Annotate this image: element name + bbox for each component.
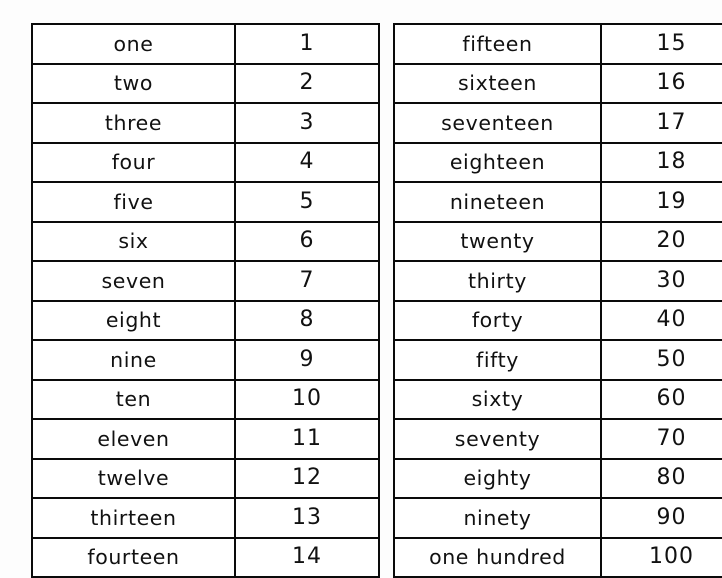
table-row: twenty 20 (393, 220, 722, 262)
number-word-cell: one (31, 23, 236, 65)
numeral-cell: 13 (234, 497, 380, 539)
table-row: twelve 12 (31, 457, 380, 499)
table-row: ninety 90 (393, 497, 722, 539)
numeral-cell: 6 (234, 220, 380, 262)
numeral-cell: 17 (600, 102, 722, 144)
numeral-cell: 4 (234, 141, 380, 183)
numeral-cell: 3 (234, 102, 380, 144)
numeral-cell: 14 (234, 536, 380, 578)
numeral-cell: 11 (234, 418, 380, 460)
number-word-cell: seven (31, 260, 236, 302)
table-row: thirty 30 (393, 260, 722, 302)
number-word-cell: thirty (393, 260, 602, 302)
table-row: forty 40 (393, 299, 722, 341)
number-word-cell: twelve (31, 457, 236, 499)
numeral-cell: 9 (234, 339, 380, 381)
number-word-cell: forty (393, 299, 602, 341)
table-row: fifty 50 (393, 339, 722, 381)
numeral-cell: 10 (234, 378, 380, 420)
numeral-cell: 100 (600, 536, 722, 578)
number-word-cell: four (31, 141, 236, 183)
number-word-cell: nine (31, 339, 236, 381)
number-tables-container: one 1 two 2 three 3 four 4 five 5 six 6 seven 7 eight 8… (0, 0, 722, 578)
number-word-cell: eight (31, 299, 236, 341)
number-table-left: one 1 two 2 three 3 four 4 five 5 six 6 seven 7 eight 8… (31, 23, 380, 578)
table-row: two 2 (31, 62, 380, 104)
table-row: seventy 70 (393, 418, 722, 460)
number-word-cell: one hundred (393, 536, 602, 578)
number-word-cell: six (31, 220, 236, 262)
numeral-cell: 70 (600, 418, 722, 460)
table-row: seven 7 (31, 260, 380, 302)
table-row: eighteen 18 (393, 141, 722, 183)
number-table-right-body: fifteen 15 sixteen 16 seventeen 17 eighteen 18 n… (393, 23, 722, 578)
table-row: sixty 60 (393, 378, 722, 420)
table-row: sixteen 16 (393, 62, 722, 104)
number-word-cell: nineteen (393, 181, 602, 223)
number-word-cell: fourteen (31, 536, 236, 578)
number-word-cell: thirteen (31, 497, 236, 539)
numeral-cell: 15 (600, 23, 722, 65)
table-row: five 5 (31, 181, 380, 223)
table-row: ten 10 (31, 378, 380, 420)
number-word-cell: sixty (393, 378, 602, 420)
numeral-cell: 1 (234, 23, 380, 65)
number-word-cell: ninety (393, 497, 602, 539)
numeral-cell: 19 (600, 181, 722, 223)
numeral-cell: 5 (234, 181, 380, 223)
numeral-cell: 50 (600, 339, 722, 381)
table-row: thirteen 13 (31, 497, 380, 539)
numeral-cell: 8 (234, 299, 380, 341)
numeral-cell: 16 (600, 62, 722, 104)
numeral-cell: 2 (234, 62, 380, 104)
number-word-cell: ten (31, 378, 236, 420)
number-word-cell: two (31, 62, 236, 104)
numeral-cell: 80 (600, 457, 722, 499)
table-row: fifteen 15 (393, 23, 722, 65)
number-word-cell: fifty (393, 339, 602, 381)
table-row: eleven 11 (31, 418, 380, 460)
number-table-left-body: one 1 two 2 three 3 four 4 five 5 six 6 seven 7 eight 8… (31, 23, 380, 578)
number-word-cell: three (31, 102, 236, 144)
numeral-cell: 18 (600, 141, 722, 183)
number-word-cell: seventy (393, 418, 602, 460)
number-word-cell: eighteen (393, 141, 602, 183)
numeral-cell: 20 (600, 220, 722, 262)
number-word-cell: sixteen (393, 62, 602, 104)
numeral-cell: 90 (600, 497, 722, 539)
number-table-right: fifteen 15 sixteen 16 seventeen 17 eighteen 18 n… (393, 23, 722, 578)
table-row: nine 9 (31, 339, 380, 381)
table-row: seventeen 17 (393, 102, 722, 144)
number-word-cell: fifteen (393, 23, 602, 65)
table-row: nineteen 19 (393, 181, 722, 223)
numeral-cell: 60 (600, 378, 722, 420)
table-row: eight 8 (31, 299, 380, 341)
number-word-cell: twenty (393, 220, 602, 262)
table-row: three 3 (31, 102, 380, 144)
numeral-cell: 12 (234, 457, 380, 499)
table-row: eighty 80 (393, 457, 722, 499)
numeral-cell: 40 (600, 299, 722, 341)
table-row: four 4 (31, 141, 380, 183)
table-row: six 6 (31, 220, 380, 262)
numeral-cell: 7 (234, 260, 380, 302)
number-word-cell: eleven (31, 418, 236, 460)
table-row: fourteen 14 (31, 536, 380, 578)
number-word-cell: five (31, 181, 236, 223)
table-row: one hundred 100 (393, 536, 722, 578)
number-word-cell: seventeen (393, 102, 602, 144)
table-row: one 1 (31, 23, 380, 65)
numeral-cell: 30 (600, 260, 722, 302)
number-word-cell: eighty (393, 457, 602, 499)
